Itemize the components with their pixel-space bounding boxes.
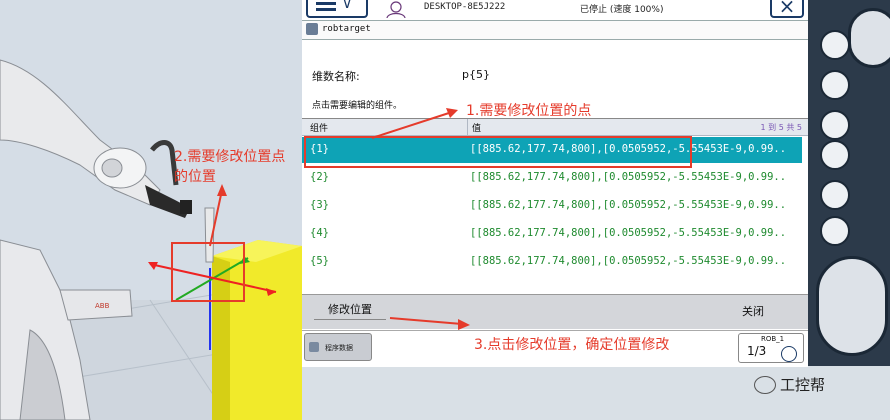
annotation-arrows [371,108,470,330]
annotation-step-3: 3.点击修改位置，确定位置修改 [474,337,670,353]
annotation-step-2a: 2.需要修改位置点 [174,149,286,165]
wechat-icon [754,376,776,394]
annotation-step-2b: 的位置 [174,169,216,185]
annotation-step-1: 1.需要修改位置的点 [466,103,592,119]
watermark-text: 工控帮 [780,376,826,394]
